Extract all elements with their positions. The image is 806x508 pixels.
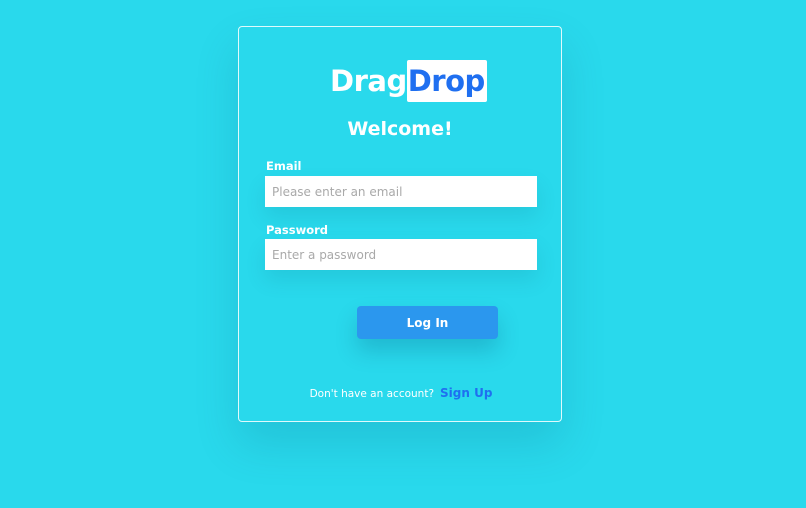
email-label: Email [266, 159, 302, 173]
password-field[interactable] [265, 239, 537, 270]
signup-link[interactable]: Sign Up [440, 386, 492, 400]
brand-logo-drag: Drag [330, 64, 407, 98]
brand-logo: Drag Drop [330, 60, 487, 102]
welcome-heading: Welcome! [347, 118, 453, 140]
login-card: DragDrop Welcome! Email Password Log In … [238, 26, 562, 422]
password-label: Password [266, 223, 328, 237]
email-field[interactable] [265, 176, 537, 207]
signup-prompt: Don't have an account? [309, 388, 435, 400]
signup-row: Don't have an account? Sign Up [239, 386, 561, 400]
login-button[interactable]: Log In [357, 306, 498, 339]
brand-logo-drop: Drop [406, 60, 487, 102]
